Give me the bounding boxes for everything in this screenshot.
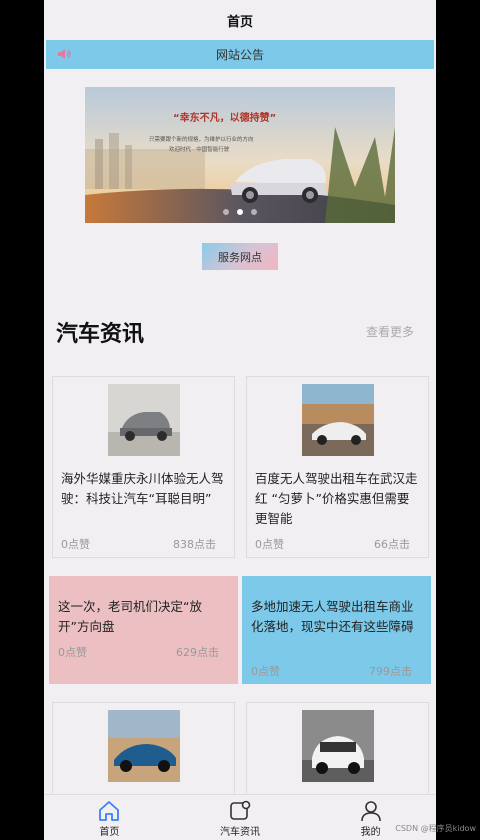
article-clicks: 66点击: [374, 538, 410, 551]
article-card[interactable]: 百度无人驾驶出租车在武汉走红 “匀萝卜”价格实惠但需要更智能 0点赞 66点击: [246, 376, 429, 558]
article-title: 百度无人驾驶出租车在武汉走红 “匀萝卜”价格实惠但需要更智能: [255, 471, 418, 526]
article-title: 这一次，老司机们决定“放开”方向盘: [58, 599, 202, 634]
article-likes: 0点赞: [251, 665, 280, 678]
tab-car-news[interactable]: 汽车资讯: [175, 795, 306, 840]
article-thumbnail: [301, 710, 374, 782]
bottom-tab-bar: 首页 汽车资讯 我的: [44, 794, 436, 840]
article-thumbnail: [107, 384, 180, 456]
carousel-dot[interactable]: [237, 209, 243, 215]
carousel-dot[interactable]: [251, 209, 257, 215]
view-more-link[interactable]: 查看更多: [366, 323, 414, 340]
article-card[interactable]: 海外华媒重庆永川体验无人驾驶：科技让汽车“耳聪目明” 0点赞 838点击: [52, 376, 235, 558]
tab-label: 我的: [360, 827, 381, 838]
news-icon: [230, 800, 251, 820]
article-clicks: 629点击: [176, 646, 219, 659]
banner-carousel[interactable]: “幸东不凡，以德持赞” 只需要跟个新的规格，为维护以行业的方向 欢迎时代 · 中…: [85, 87, 395, 223]
article-title: 海外华媒重庆永川体验无人驾驶：科技让汽车“耳聪目明”: [61, 471, 224, 506]
service-outlets-button[interactable]: 服务网点: [202, 243, 278, 270]
article-likes: 0点赞: [61, 538, 90, 551]
article-card[interactable]: 多地加速无人驾驶出租车商业化落地，现实中还有这些障碍 0点赞 799点击: [242, 576, 431, 684]
user-icon: [360, 801, 381, 822]
banner-subtext-2: 欢迎时代 · 中国智能行驶: [169, 147, 230, 153]
article-likes: 0点赞: [255, 538, 284, 551]
phone-screen: 首页 网站公告 “幸东不凡，以德持赞” 只需要跟个新的规格，为维护以行业的方向 …: [44, 0, 436, 840]
tab-label: 汽车资讯: [220, 827, 260, 838]
article-card[interactable]: 这一次，老司机们决定“放开”方向盘 0点赞 629点击: [49, 576, 238, 684]
speaker-icon: [58, 49, 71, 59]
article-clicks: 838点击: [173, 538, 216, 551]
carousel-dots[interactable]: [85, 209, 395, 215]
notice-bar[interactable]: 网站公告: [46, 40, 434, 69]
section-title: 汽车资讯: [56, 322, 145, 347]
banner-subtext-1: 只需要跟个新的规格，为维护以行业的方向: [149, 137, 254, 143]
article-thumbnail: [107, 710, 180, 782]
article-thumbnail: [301, 384, 374, 456]
watermark: CSDN @程序员kidow: [395, 824, 476, 833]
home-icon: [99, 801, 120, 821]
tab-home[interactable]: 首页: [44, 795, 175, 840]
carousel-dot[interactable]: [223, 209, 229, 215]
tab-label: 首页: [99, 827, 120, 838]
banner-image: [85, 87, 395, 223]
article-clicks: 799点击: [369, 665, 412, 678]
article-likes: 0点赞: [58, 646, 87, 659]
notice-label: 网站公告: [215, 48, 264, 62]
article-title: 多地加速无人驾驶出租车商业化落地，现实中还有这些障碍: [251, 599, 414, 634]
page-title: 首页: [226, 14, 253, 30]
banner-slogan: “幸东不凡，以德持赞”: [173, 113, 277, 124]
